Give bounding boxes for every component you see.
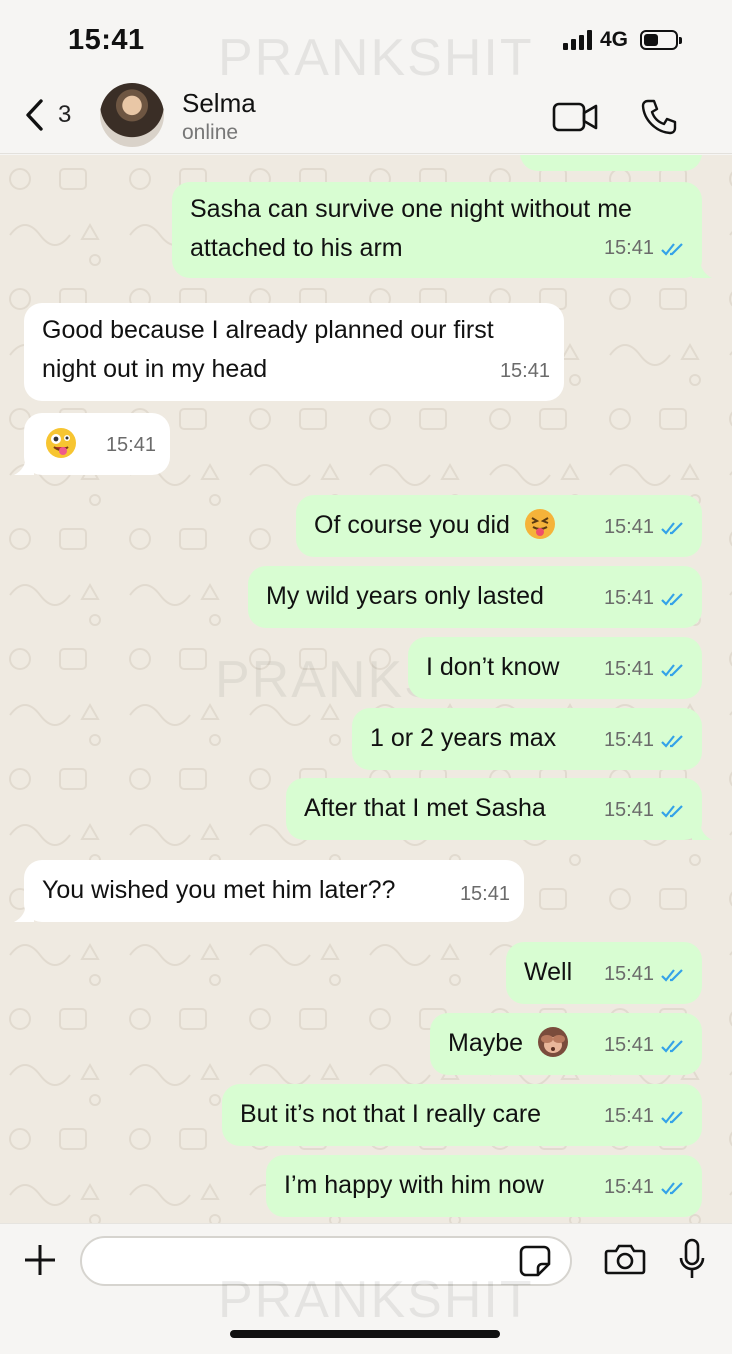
message-time: 15:41 (603, 237, 654, 259)
message-bubble[interactable]: But it’s not that I really care 15:41 (222, 1084, 702, 1146)
bubble-tail (14, 455, 34, 475)
message-meta: 15:41 (604, 791, 688, 830)
message-time: 15:41 (603, 516, 654, 538)
message-text: I don’t know (426, 653, 560, 681)
message-text: My wild years only lasted (266, 582, 544, 610)
contact-status: online (182, 121, 239, 144)
message-bubble[interactable]: Well 15:41 (506, 942, 702, 1004)
message-meta: 15:41 (604, 955, 688, 994)
read-ticks-icon (661, 804, 683, 818)
message-text: Well (524, 958, 573, 986)
microphone-button[interactable] (678, 1238, 706, 1287)
battery-icon (640, 30, 682, 50)
camera-button[interactable] (604, 1242, 646, 1281)
contact-name[interactable]: Selma (182, 88, 256, 119)
message-meta: 15:40 (604, 155, 688, 167)
message-time: 15:41 (459, 883, 510, 905)
read-ticks-icon (661, 734, 683, 748)
message-time: 15:41 (603, 1176, 654, 1198)
message-bubble[interactable]: After that I met Sasha 15:41 (286, 778, 712, 840)
attach-button[interactable] (22, 1242, 58, 1283)
read-ticks-icon (661, 663, 683, 677)
read-ticks-icon (661, 968, 683, 982)
message-bubble[interactable]: 15:41 (14, 413, 170, 475)
home-indicator[interactable] (230, 1330, 500, 1338)
message-bubble[interactable]: 1 or 2 years max 15:41 (352, 708, 702, 770)
read-ticks-icon (661, 521, 683, 535)
status-bar: 15:41 4G (0, 0, 732, 78)
read-ticks-icon (661, 1181, 683, 1195)
message-time: 15:41 (603, 658, 654, 680)
message-time: 15:40 (604, 155, 654, 167)
read-ticks-icon (661, 242, 683, 256)
message-text: I’m happy with him now (284, 1171, 544, 1199)
avatar[interactable] (100, 83, 164, 147)
voice-call-button[interactable] (640, 98, 678, 141)
message-bubble[interactable]: I’m happy with him now 15:41 (266, 1155, 702, 1217)
bubble-tail (14, 902, 34, 922)
message-bubble[interactable]: You wished you met him later?? 15:41 (14, 860, 524, 922)
message-bubble[interactable]: 15:40 (520, 155, 702, 171)
read-ticks-icon (660, 155, 688, 156)
message-text: But it’s not that I really care (240, 1100, 542, 1128)
camera-icon (604, 1244, 646, 1275)
message-time: 15:41 (603, 587, 654, 609)
message-bubble[interactable]: Sasha can survive one night without me a… (172, 182, 712, 278)
message-text-line: night out in my head (42, 355, 268, 383)
message-meta: 15:41 (604, 579, 688, 618)
message-text: After that I met Sasha (304, 794, 546, 822)
message-time: 15:41 (603, 963, 654, 985)
message-text: Of course you did (314, 511, 510, 539)
message-meta: 15:41 (604, 508, 688, 547)
message-bubble[interactable]: Maybe 15:41 (430, 1013, 702, 1075)
message-meta: 15:41 (604, 721, 688, 760)
message-time: 15:41 (499, 360, 550, 382)
message-meta: 15:41 (604, 650, 688, 689)
message-input[interactable] (80, 1236, 572, 1286)
network-type: 4G (599, 28, 628, 51)
message-meta: 15:41 (604, 1026, 688, 1065)
message-text: 1 or 2 years max (370, 724, 557, 752)
message-bubble[interactable]: Of course you did 15:41 (296, 495, 702, 557)
message-meta: 15:41 (604, 1097, 688, 1136)
microphone-icon (679, 1238, 705, 1278)
message-bubble[interactable]: My wild years only lasted 15:41 (248, 566, 702, 628)
see-no-evil-monkey-emoji (538, 1027, 568, 1058)
message-text-line: Sasha can survive one night without me (190, 195, 632, 223)
message-text: You wished you met him later?? (42, 876, 396, 904)
zany-face-emoji (46, 428, 76, 458)
message-time: 15:41 (603, 1105, 654, 1127)
bubble-tail (692, 258, 712, 278)
video-camera-icon (552, 102, 598, 132)
status-time: 15:41 (68, 24, 145, 56)
chat-area[interactable]: PRANKSHIT 15:40 Sasha can survive one ni… (0, 155, 732, 1223)
video-call-button[interactable] (552, 102, 600, 137)
status-indicators: 4G (562, 28, 682, 52)
read-ticks-icon (661, 1039, 683, 1053)
message-meta: 15:41 (604, 229, 688, 268)
read-ticks-icon (661, 592, 683, 606)
unread-count: 3 (58, 101, 72, 128)
message-bubble[interactable]: Good because I already planned our first… (24, 303, 564, 401)
sticker-button[interactable] (518, 1244, 552, 1283)
message-time: 15:41 (603, 729, 654, 751)
message-time: 15:41 (603, 799, 654, 821)
sticker-icon (519, 1245, 551, 1277)
message-text-line: Good because I already planned our first (42, 316, 494, 344)
signal-icon (562, 30, 592, 50)
message-time: 15:41 (603, 1034, 654, 1056)
message-text: Maybe (448, 1029, 524, 1057)
plus-icon (25, 1245, 55, 1275)
read-ticks-icon (661, 1110, 683, 1124)
chevron-left-icon (26, 99, 43, 131)
bubble-tail (692, 820, 712, 840)
squinting-tongue-emoji (524, 509, 555, 540)
message-time: 15:41 (105, 434, 156, 456)
chat-header: 3 Selma online (0, 78, 732, 154)
message-meta: 15:41 (604, 1168, 688, 1207)
phone-icon (641, 99, 677, 135)
message-bubble[interactable]: I don’t know 15:41 (408, 637, 702, 699)
back-button[interactable]: 3 (24, 98, 71, 132)
